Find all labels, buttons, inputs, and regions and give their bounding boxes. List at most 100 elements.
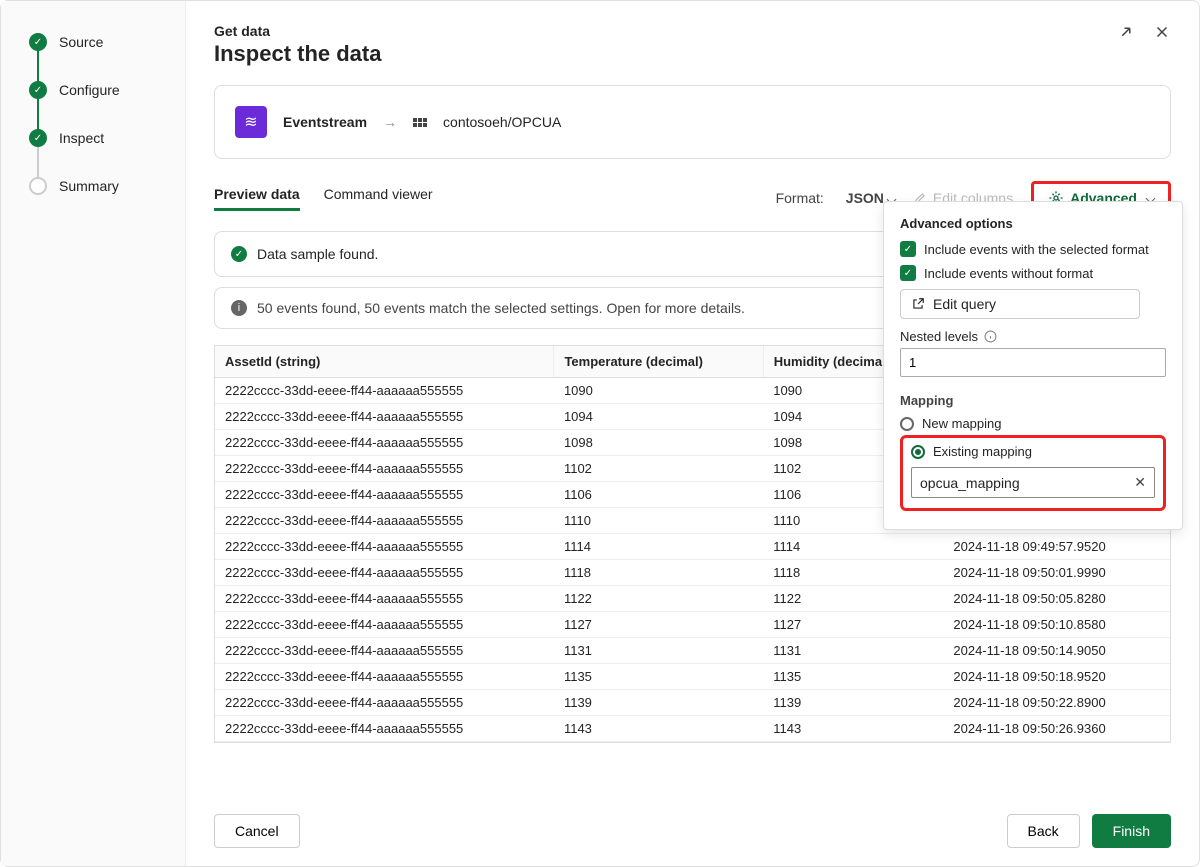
cell: 1094: [554, 404, 763, 430]
cell: 2222cccc-33dd-eeee-ff44-aaaaaa555555: [215, 612, 554, 638]
step-label: Summary: [59, 178, 119, 194]
checkbox-checked-icon: ✓: [900, 265, 916, 281]
table-row[interactable]: 2222cccc-33dd-eeee-ff44-aaaaaa5555551118…: [215, 560, 1170, 586]
table-row[interactable]: 2222cccc-33dd-eeee-ff44-aaaaaa5555551131…: [215, 638, 1170, 664]
back-button[interactable]: Back: [1007, 814, 1080, 848]
table-row[interactable]: 2222cccc-33dd-eeee-ff44-aaaaaa5555551139…: [215, 690, 1170, 716]
cell: 2222cccc-33dd-eeee-ff44-aaaaaa555555: [215, 560, 554, 586]
tab-preview-data[interactable]: Preview data: [214, 186, 300, 211]
format-label: Format:: [776, 190, 824, 206]
radio-icon: [900, 417, 914, 431]
radio-selected-icon: [911, 445, 925, 459]
cell: 1114: [763, 534, 943, 560]
step-label: Inspect: [59, 130, 104, 146]
expand-icon[interactable]: [1117, 23, 1135, 41]
cell: 2222cccc-33dd-eeee-ff44-aaaaaa555555: [215, 508, 554, 534]
step-inspect[interactable]: ✓ Inspect: [29, 129, 185, 147]
cell: 1135: [763, 664, 943, 690]
cell: 2024-11-18 09:50:05.8280: [943, 586, 1169, 612]
cell: 2222cccc-33dd-eeee-ff44-aaaaaa555555: [215, 638, 554, 664]
cell: 1127: [763, 612, 943, 638]
cell: 1139: [763, 690, 943, 716]
check-icon: ✓: [231, 246, 247, 262]
open-icon: [911, 297, 925, 311]
radio-new-mapping[interactable]: New mapping: [900, 416, 1166, 431]
wizard-sidebar: ✓ Source ✓ Configure ✓ Inspect Summary: [1, 1, 186, 866]
cell: 1139: [554, 690, 763, 716]
cell: 2024-11-18 09:50:26.9360: [943, 716, 1169, 742]
cell: 1110: [554, 508, 763, 534]
cell: 1127: [554, 612, 763, 638]
cell: 1122: [763, 586, 943, 612]
nested-levels-label: Nested levels: [900, 329, 1166, 344]
page-title: Inspect the data: [214, 41, 381, 67]
step-summary[interactable]: Summary: [29, 177, 185, 195]
circle-icon: [29, 177, 47, 195]
events-info-text: 50 events found, 50 events match the sel…: [257, 300, 745, 316]
checkbox-include-without[interactable]: ✓ Include events without format: [900, 265, 1166, 281]
checkbox-include-selected[interactable]: ✓ Include events with the selected forma…: [900, 241, 1166, 257]
advanced-options-panel: Advanced options ✓ Include events with t…: [883, 201, 1183, 530]
source-target: contosoeh/OPCUA: [443, 114, 561, 130]
cell: 2222cccc-33dd-eeee-ff44-aaaaaa555555: [215, 716, 554, 742]
cell: 2222cccc-33dd-eeee-ff44-aaaaaa555555: [215, 690, 554, 716]
checkbox-checked-icon: ✓: [900, 241, 916, 257]
cell: 1135: [554, 664, 763, 690]
close-icon[interactable]: [1153, 23, 1171, 41]
eventstream-icon: ≋: [235, 106, 267, 138]
cell: 2222cccc-33dd-eeee-ff44-aaaaaa555555: [215, 430, 554, 456]
cell: 2222cccc-33dd-eeee-ff44-aaaaaa555555: [215, 404, 554, 430]
cell: 1131: [763, 638, 943, 664]
cell: 1118: [554, 560, 763, 586]
tab-command-viewer[interactable]: Command viewer: [324, 186, 433, 211]
cell: 2222cccc-33dd-eeee-ff44-aaaaaa555555: [215, 534, 554, 560]
info-icon[interactable]: [984, 330, 997, 343]
info-icon: i: [231, 300, 247, 316]
cell: 1131: [554, 638, 763, 664]
column-header[interactable]: AssetId (string): [215, 346, 554, 378]
step-label: Configure: [59, 82, 120, 98]
cell: 1102: [554, 456, 763, 482]
status-text: Data sample found.: [257, 246, 378, 262]
source-name: Eventstream: [283, 114, 367, 130]
cancel-button[interactable]: Cancel: [214, 814, 300, 848]
table-row[interactable]: 2222cccc-33dd-eeee-ff44-aaaaaa5555551135…: [215, 664, 1170, 690]
cell: 1143: [554, 716, 763, 742]
cell: 2024-11-18 09:50:18.9520: [943, 664, 1169, 690]
cell: 2024-11-18 09:50:10.8580: [943, 612, 1169, 638]
clear-icon[interactable]: ✕: [1134, 474, 1146, 491]
table-row[interactable]: 2222cccc-33dd-eeee-ff44-aaaaaa5555551122…: [215, 586, 1170, 612]
check-icon: ✓: [29, 33, 47, 51]
mapping-name-input[interactable]: opcua_mapping ✕: [911, 467, 1155, 498]
edit-query-button[interactable]: Edit query: [900, 289, 1140, 319]
cell: 2222cccc-33dd-eeee-ff44-aaaaaa555555: [215, 378, 554, 404]
table-row[interactable]: 2222cccc-33dd-eeee-ff44-aaaaaa5555551127…: [215, 612, 1170, 638]
table-row[interactable]: 2222cccc-33dd-eeee-ff44-aaaaaa5555551114…: [215, 534, 1170, 560]
cell: 1122: [554, 586, 763, 612]
step-label: Source: [59, 34, 103, 50]
radio-existing-mapping[interactable]: Existing mapping: [911, 444, 1155, 459]
arrow-right-icon: →: [383, 114, 397, 130]
existing-mapping-highlight: Existing mapping opcua_mapping ✕: [900, 435, 1166, 511]
cell: 1106: [554, 482, 763, 508]
advanced-title: Advanced options: [900, 216, 1166, 231]
cell: 2024-11-18 09:50:14.9050: [943, 638, 1169, 664]
cell: 2222cccc-33dd-eeee-ff44-aaaaaa555555: [215, 456, 554, 482]
cell: 2024-11-18 09:50:01.9990: [943, 560, 1169, 586]
cell: 1114: [554, 534, 763, 560]
cell: 1118: [763, 560, 943, 586]
cell: 1090: [554, 378, 763, 404]
step-configure[interactable]: ✓ Configure: [29, 81, 185, 99]
table-row[interactable]: 2222cccc-33dd-eeee-ff44-aaaaaa5555551143…: [215, 716, 1170, 742]
source-card: ≋ Eventstream → contosoeh/OPCUA: [214, 85, 1171, 159]
step-source[interactable]: ✓ Source: [29, 33, 185, 51]
cell: 2222cccc-33dd-eeee-ff44-aaaaaa555555: [215, 586, 554, 612]
finish-button[interactable]: Finish: [1092, 814, 1171, 848]
table-icon: [413, 118, 427, 127]
column-header[interactable]: Temperature (decimal): [554, 346, 763, 378]
cell: 2222cccc-33dd-eeee-ff44-aaaaaa555555: [215, 664, 554, 690]
check-icon: ✓: [29, 129, 47, 147]
mapping-label: Mapping: [900, 393, 1166, 408]
cell: 1098: [554, 430, 763, 456]
nested-levels-input[interactable]: [900, 348, 1166, 377]
